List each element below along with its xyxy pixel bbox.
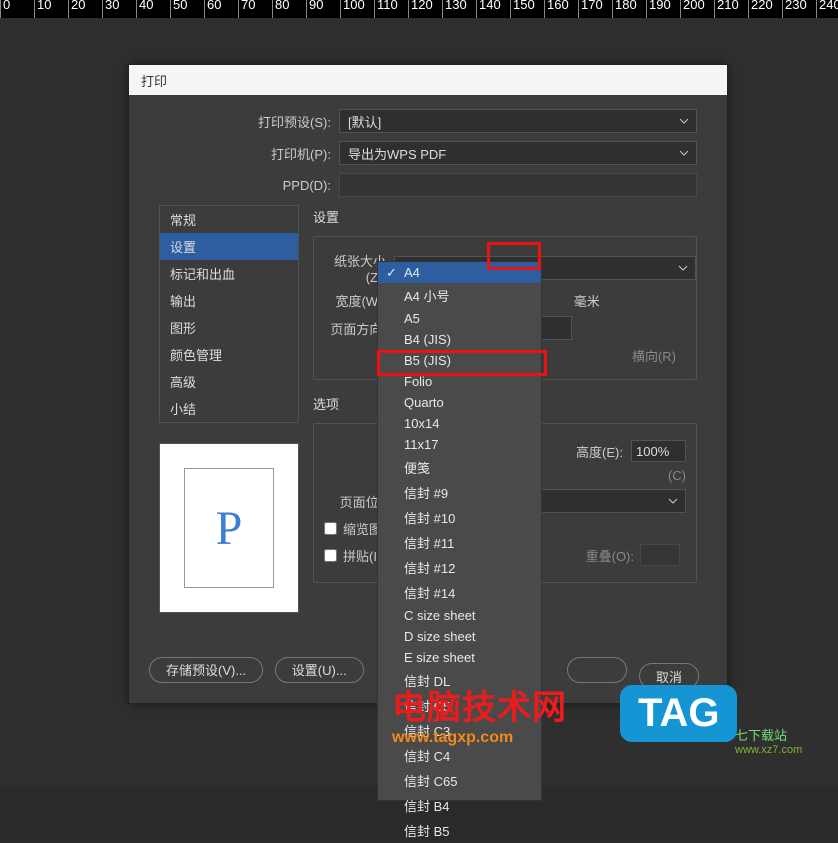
dropdown-item[interactable]: 信封 B4 — [378, 793, 541, 818]
dropdown-item[interactable]: 11x17 — [378, 434, 541, 455]
page-preview: P — [159, 443, 299, 613]
transverse-label[interactable]: 横向(R) — [632, 346, 676, 365]
sidebar-item[interactable]: 输出 — [160, 287, 298, 314]
height-field[interactable] — [631, 440, 686, 462]
ruler-tick: 10 — [34, 0, 68, 18]
tag-badge: TAG — [620, 685, 737, 742]
dropdown-item[interactable]: 10x14 — [378, 413, 541, 434]
overlap-field — [640, 544, 680, 566]
dropdown-item[interactable]: E size sheet — [378, 647, 541, 668]
ruler-tick: 120 — [408, 0, 442, 18]
sidebar-item[interactable]: 常规 — [160, 206, 298, 233]
sidebar-item[interactable]: 颜色管理 — [160, 341, 298, 368]
dropdown-item[interactable]: Folio — [378, 371, 541, 392]
ruler-tick: 0 — [0, 0, 34, 18]
watermark-title: 电脑技术网 — [392, 680, 567, 729]
xz-title: 七下载站 — [735, 725, 802, 744]
chevron-down-icon — [678, 147, 690, 162]
constrain-label[interactable]: (C) — [668, 468, 686, 483]
ruler-tick: 240 — [816, 0, 838, 18]
chevron-down-icon — [678, 115, 690, 130]
ruler-tick: 170 — [578, 0, 612, 18]
dropdown-item[interactable]: A4 小号 — [378, 283, 541, 308]
ruler-tick: 220 — [748, 0, 782, 18]
xz-url: www.xz7.com — [735, 744, 802, 756]
sidebar-item[interactable]: 小结 — [160, 395, 298, 422]
print-dialog: 打印 打印预设(S): [默认] 打印机(P): 导出为WPS PDF PPD(… — [128, 64, 728, 704]
dropdown-item[interactable]: 信封 #14 — [378, 580, 541, 605]
save-preset-button[interactable]: 存储预设(V)... — [149, 657, 263, 683]
ruler-tick: 60 — [204, 0, 238, 18]
ruler-tick: 80 — [272, 0, 306, 18]
ruler-tick: 210 — [714, 0, 748, 18]
dropdown-item[interactable]: B4 (JIS) — [378, 329, 541, 350]
category-sidebar: 常规设置标记和出血输出图形颜色管理高级小结 — [159, 205, 299, 423]
horizontal-ruler: 0102030405060708090100110120130140150160… — [0, 0, 838, 18]
dropdown-item[interactable]: D size sheet — [378, 626, 541, 647]
dropdown-item[interactable]: 信封 #11 — [378, 530, 541, 555]
xz-watermark: 七下载站 www.xz7.com — [735, 725, 802, 756]
ok-button[interactable] — [567, 657, 627, 683]
sidebar-item[interactable]: 图形 — [160, 314, 298, 341]
sidebar-item[interactable]: 高级 — [160, 368, 298, 395]
settings-header: 设置 — [313, 207, 697, 226]
ruler-tick: 200 — [680, 0, 714, 18]
dropdown-item[interactable]: Quarto — [378, 392, 541, 413]
ruler-tick: 20 — [68, 0, 102, 18]
ruler-tick: 30 — [102, 0, 136, 18]
preset-value: [默认] — [348, 112, 381, 131]
dropdown-item[interactable]: A4 — [378, 262, 541, 283]
dropdown-item[interactable]: 信封 #10 — [378, 505, 541, 530]
dropdown-item[interactable]: 信封 C65 — [378, 768, 541, 793]
watermark-url: www.tagxp.com — [392, 729, 567, 747]
ruler-tick: 90 — [306, 0, 340, 18]
dialog-title: 打印 — [129, 65, 727, 95]
preview-letter: P — [184, 468, 274, 588]
ruler-tick: 190 — [646, 0, 680, 18]
ruler-tick: 50 — [170, 0, 204, 18]
dropdown-item[interactable]: 信封 #12 — [378, 555, 541, 580]
dropdown-item[interactable]: 便笺 — [378, 455, 541, 480]
ruler-tick: 70 — [238, 0, 272, 18]
ppd-label: PPD(D): — [159, 178, 339, 193]
ppd-select — [339, 173, 697, 197]
dropdown-item[interactable]: B5 (JIS) — [378, 350, 541, 371]
dropdown-item[interactable]: C size sheet — [378, 605, 541, 626]
setup-button[interactable]: 设置(U)... — [275, 657, 364, 683]
ruler-tick: 230 — [782, 0, 816, 18]
ruler-tick: 110 — [374, 0, 408, 18]
preset-label: 打印预设(S): — [159, 112, 339, 131]
ruler-tick: 130 — [442, 0, 476, 18]
ruler-tick: 100 — [340, 0, 374, 18]
sidebar-item[interactable]: 设置 — [160, 233, 298, 260]
ruler-tick: 40 — [136, 0, 170, 18]
ruler-tick: 160 — [544, 0, 578, 18]
tile-checkbox[interactable] — [324, 549, 337, 562]
canvas-area: 打印 打印预设(S): [默认] 打印机(P): 导出为WPS PDF PPD(… — [0, 18, 838, 786]
ruler-tick: 140 — [476, 0, 510, 18]
dropdown-item[interactable]: 信封 B5 — [378, 818, 541, 843]
sidebar-item[interactable]: 标记和出血 — [160, 260, 298, 287]
dropdown-item[interactable]: A5 — [378, 308, 541, 329]
ruler-tick: 180 — [612, 0, 646, 18]
printer-value: 导出为WPS PDF — [348, 144, 446, 163]
watermark: 电脑技术网 www.tagxp.com — [392, 680, 567, 747]
preset-select[interactable]: [默认] — [339, 109, 697, 133]
ruler-tick: 150 — [510, 0, 544, 18]
overlap-label: 重叠(O): — [586, 546, 634, 565]
width-unit: 毫米 — [574, 291, 600, 310]
dropdown-item[interactable]: 信封 #9 — [378, 480, 541, 505]
chevron-down-icon — [677, 262, 689, 277]
printer-select[interactable]: 导出为WPS PDF — [339, 141, 697, 165]
thumbnail-checkbox[interactable] — [324, 522, 337, 535]
printer-label: 打印机(P): — [159, 144, 339, 163]
chevron-down-icon — [667, 495, 679, 510]
height-label: 高度(E): — [576, 442, 631, 461]
